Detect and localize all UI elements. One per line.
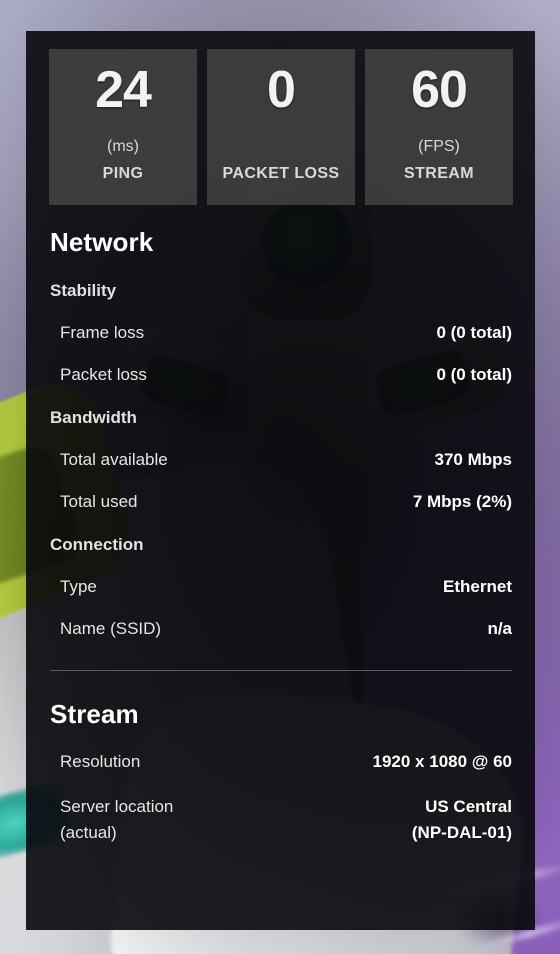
ping-label: PING (102, 164, 144, 182)
row-label: Total available (60, 450, 168, 469)
row-label: Server location (actual) (60, 794, 173, 846)
stat-card-packet-loss: 0 PACKET LOSS (207, 49, 355, 205)
packet-loss-label: PACKET LOSS (222, 164, 340, 182)
packet-loss-unit (279, 138, 283, 156)
row-server-location: Server location (actual) US Central (NP-… (60, 772, 512, 846)
row-value: n/a (487, 619, 512, 638)
row-value: 370 Mbps (434, 450, 512, 469)
row-label: Resolution (60, 752, 141, 771)
row-value-line1: US Central (425, 797, 512, 816)
stream-fps-label: STREAM (404, 164, 474, 182)
row-label: Frame loss (60, 323, 145, 342)
stability-group-title: Stability (50, 281, 117, 300)
connection-group-title: Connection (50, 535, 144, 554)
row-total-available: Total available 370 Mbps (60, 428, 512, 470)
row-resolution: Resolution 1920 x 1080 @ 60 (60, 730, 512, 772)
stat-card-ping: 24 (ms) PING (49, 49, 197, 205)
row-value: 1920 x 1080 @ 60 (372, 752, 512, 771)
row-value: 0 (0 total) (436, 365, 512, 384)
stream-fps-value: 60 (411, 61, 468, 119)
ping-value: 24 (95, 61, 152, 119)
row-value: US Central (NP-DAL-01) (412, 794, 512, 846)
stream-section-title: Stream (50, 699, 139, 729)
row-value: Ethernet (443, 577, 512, 596)
section-divider (50, 670, 512, 671)
statistics-content: Network Stability Frame loss 0 (0 total)… (26, 227, 535, 846)
row-label-line1: Server location (60, 797, 174, 816)
row-connection-type: Type Ethernet (60, 555, 512, 597)
row-value: 0 (0 total) (436, 323, 512, 342)
row-label: Total used (60, 492, 138, 511)
row-connection-ssid: Name (SSID) n/a (60, 597, 512, 639)
bandwidth-group-title: Bandwidth (50, 408, 137, 427)
stream-fps-unit: (FPS) (418, 137, 460, 155)
packet-loss-value: 0 (267, 61, 296, 119)
stat-card-row: 24 (ms) PING 0 PACKET LOSS 60 (FPS) STRE… (49, 49, 513, 205)
stat-card-stream-fps: 60 (FPS) STREAM (365, 49, 513, 205)
row-label: Packet loss (60, 365, 147, 384)
network-section-title: Network (50, 227, 154, 257)
ping-unit: (ms) (107, 137, 139, 155)
row-value: 7 Mbps (2%) (412, 492, 512, 511)
row-label: Type (60, 577, 97, 596)
stream-statistics-panel: 24 (ms) PING 0 PACKET LOSS 60 (FPS) STRE… (26, 31, 535, 930)
row-label: Name (SSID) (60, 619, 162, 638)
row-value-line2: (NP-DAL-01) (411, 822, 512, 842)
row-packet-loss: Packet loss 0 (0 total) (60, 343, 512, 385)
row-total-used: Total used 7 Mbps (2%) (60, 470, 512, 512)
row-frame-loss: Frame loss 0 (0 total) (60, 301, 512, 343)
row-label-line2: (actual) (60, 822, 117, 842)
